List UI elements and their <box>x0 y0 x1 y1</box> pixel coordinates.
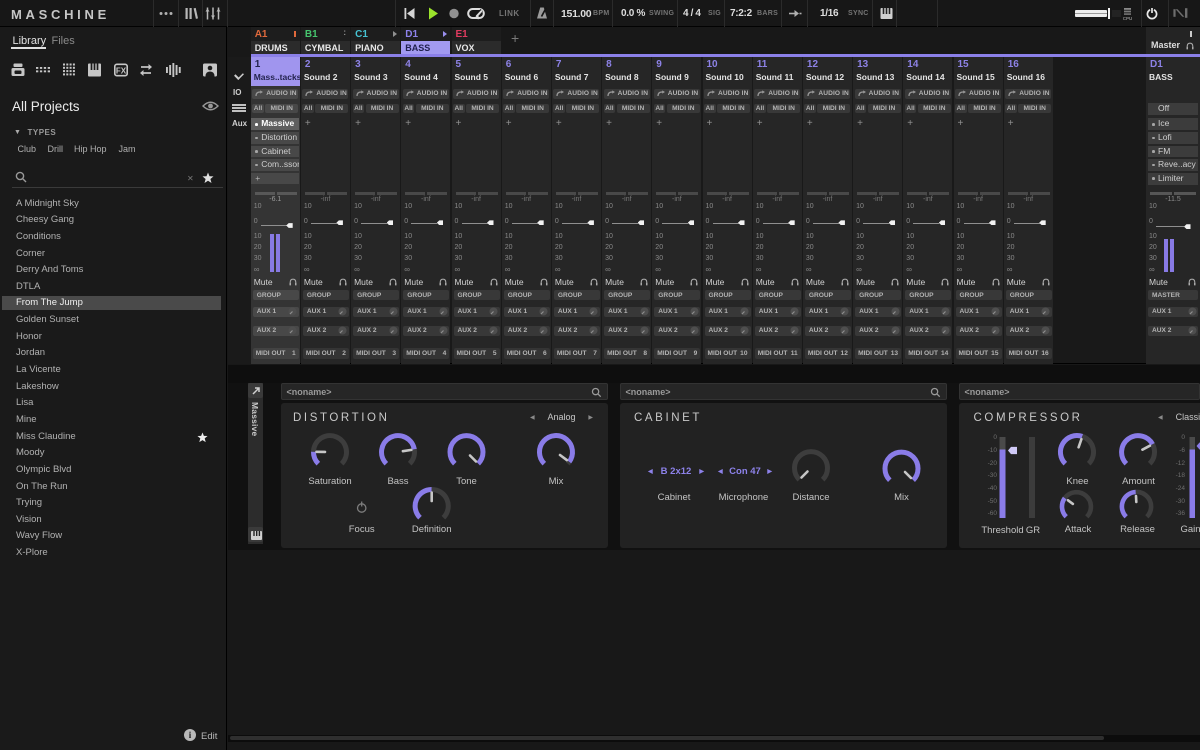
svg-text:FX: FX <box>116 66 127 75</box>
svg-text:CPU: CPU <box>1123 16 1132 21</box>
